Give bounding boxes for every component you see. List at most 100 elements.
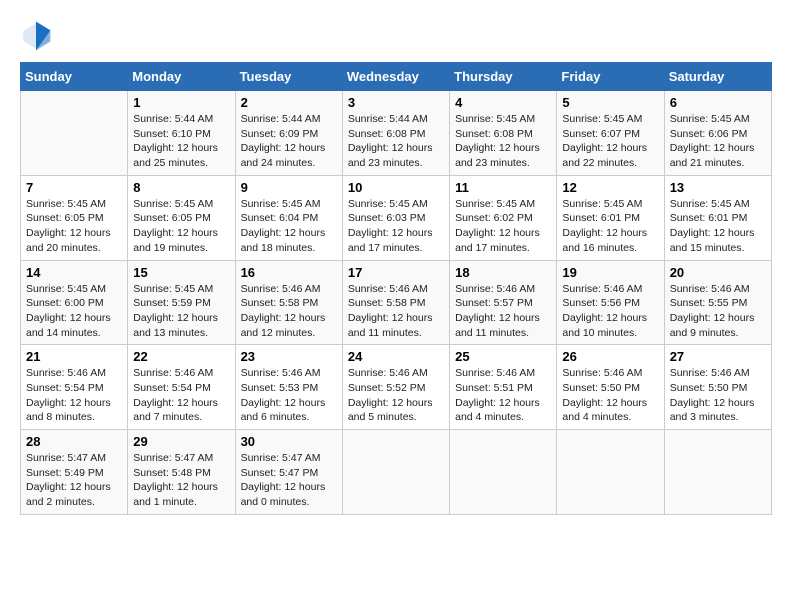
day-info: Sunrise: 5:46 AMSunset: 5:50 PMDaylight:…: [562, 367, 647, 423]
weekday-header: Saturday: [664, 63, 771, 91]
calendar-cell: 7 Sunrise: 5:45 AMSunset: 6:05 PMDayligh…: [21, 175, 128, 260]
day-info: Sunrise: 5:47 AMSunset: 5:48 PMDaylight:…: [133, 452, 218, 508]
weekday-header: Monday: [128, 63, 235, 91]
calendar-cell: 27 Sunrise: 5:46 AMSunset: 5:50 PMDaylig…: [664, 345, 771, 430]
day-info: Sunrise: 5:45 AMSunset: 6:00 PMDaylight:…: [26, 283, 111, 339]
page-header: [20, 20, 772, 52]
calendar-cell: 4 Sunrise: 5:45 AMSunset: 6:08 PMDayligh…: [450, 91, 557, 176]
day-info: Sunrise: 5:44 AMSunset: 6:10 PMDaylight:…: [133, 113, 218, 169]
calendar-week-row: 7 Sunrise: 5:45 AMSunset: 6:05 PMDayligh…: [21, 175, 772, 260]
calendar-header: SundayMondayTuesdayWednesdayThursdayFrid…: [21, 63, 772, 91]
calendar-cell: 23 Sunrise: 5:46 AMSunset: 5:53 PMDaylig…: [235, 345, 342, 430]
day-info: Sunrise: 5:46 AMSunset: 5:57 PMDaylight:…: [455, 283, 540, 339]
day-number: 27: [670, 349, 766, 364]
header-row: SundayMondayTuesdayWednesdayThursdayFrid…: [21, 63, 772, 91]
day-info: Sunrise: 5:47 AMSunset: 5:47 PMDaylight:…: [241, 452, 326, 508]
calendar-cell: [21, 91, 128, 176]
calendar-cell: 11 Sunrise: 5:45 AMSunset: 6:02 PMDaylig…: [450, 175, 557, 260]
calendar-cell: 28 Sunrise: 5:47 AMSunset: 5:49 PMDaylig…: [21, 430, 128, 515]
day-info: Sunrise: 5:46 AMSunset: 5:53 PMDaylight:…: [241, 367, 326, 423]
calendar-cell: 8 Sunrise: 5:45 AMSunset: 6:05 PMDayligh…: [128, 175, 235, 260]
day-number: 16: [241, 265, 337, 280]
calendar-week-row: 28 Sunrise: 5:47 AMSunset: 5:49 PMDaylig…: [21, 430, 772, 515]
day-number: 4: [455, 95, 551, 110]
weekday-header: Friday: [557, 63, 664, 91]
day-number: 19: [562, 265, 658, 280]
calendar-cell: [450, 430, 557, 515]
day-number: 15: [133, 265, 229, 280]
calendar-cell: [664, 430, 771, 515]
day-info: Sunrise: 5:45 AMSunset: 6:08 PMDaylight:…: [455, 113, 540, 169]
calendar-cell: 24 Sunrise: 5:46 AMSunset: 5:52 PMDaylig…: [342, 345, 449, 430]
day-info: Sunrise: 5:45 AMSunset: 6:03 PMDaylight:…: [348, 198, 433, 254]
calendar-cell: 22 Sunrise: 5:46 AMSunset: 5:54 PMDaylig…: [128, 345, 235, 430]
day-info: Sunrise: 5:46 AMSunset: 5:54 PMDaylight:…: [26, 367, 111, 423]
calendar-cell: 17 Sunrise: 5:46 AMSunset: 5:58 PMDaylig…: [342, 260, 449, 345]
day-info: Sunrise: 5:46 AMSunset: 5:58 PMDaylight:…: [348, 283, 433, 339]
calendar-cell: 25 Sunrise: 5:46 AMSunset: 5:51 PMDaylig…: [450, 345, 557, 430]
calendar-cell: 2 Sunrise: 5:44 AMSunset: 6:09 PMDayligh…: [235, 91, 342, 176]
day-info: Sunrise: 5:44 AMSunset: 6:09 PMDaylight:…: [241, 113, 326, 169]
calendar-table: SundayMondayTuesdayWednesdayThursdayFrid…: [20, 62, 772, 515]
weekday-header: Tuesday: [235, 63, 342, 91]
day-info: Sunrise: 5:45 AMSunset: 6:06 PMDaylight:…: [670, 113, 755, 169]
weekday-header: Thursday: [450, 63, 557, 91]
logo-icon: [20, 20, 52, 52]
calendar-cell: 19 Sunrise: 5:46 AMSunset: 5:56 PMDaylig…: [557, 260, 664, 345]
day-info: Sunrise: 5:45 AMSunset: 6:05 PMDaylight:…: [133, 198, 218, 254]
day-info: Sunrise: 5:45 AMSunset: 6:02 PMDaylight:…: [455, 198, 540, 254]
calendar-cell: [557, 430, 664, 515]
day-info: Sunrise: 5:46 AMSunset: 5:58 PMDaylight:…: [241, 283, 326, 339]
calendar-cell: 26 Sunrise: 5:46 AMSunset: 5:50 PMDaylig…: [557, 345, 664, 430]
logo: [20, 20, 56, 52]
day-number: 18: [455, 265, 551, 280]
day-number: 26: [562, 349, 658, 364]
day-number: 7: [26, 180, 122, 195]
calendar-cell: 16 Sunrise: 5:46 AMSunset: 5:58 PMDaylig…: [235, 260, 342, 345]
calendar-body: 1 Sunrise: 5:44 AMSunset: 6:10 PMDayligh…: [21, 91, 772, 515]
day-number: 9: [241, 180, 337, 195]
day-number: 3: [348, 95, 444, 110]
day-number: 29: [133, 434, 229, 449]
calendar-cell: 13 Sunrise: 5:45 AMSunset: 6:01 PMDaylig…: [664, 175, 771, 260]
weekday-header: Sunday: [21, 63, 128, 91]
weekday-header: Wednesday: [342, 63, 449, 91]
day-number: 8: [133, 180, 229, 195]
calendar-cell: 10 Sunrise: 5:45 AMSunset: 6:03 PMDaylig…: [342, 175, 449, 260]
day-number: 30: [241, 434, 337, 449]
day-number: 10: [348, 180, 444, 195]
calendar-cell: [342, 430, 449, 515]
day-info: Sunrise: 5:45 AMSunset: 6:01 PMDaylight:…: [670, 198, 755, 254]
day-info: Sunrise: 5:45 AMSunset: 5:59 PMDaylight:…: [133, 283, 218, 339]
calendar-cell: 20 Sunrise: 5:46 AMSunset: 5:55 PMDaylig…: [664, 260, 771, 345]
day-number: 6: [670, 95, 766, 110]
calendar-cell: 18 Sunrise: 5:46 AMSunset: 5:57 PMDaylig…: [450, 260, 557, 345]
day-info: Sunrise: 5:46 AMSunset: 5:51 PMDaylight:…: [455, 367, 540, 423]
calendar-cell: 6 Sunrise: 5:45 AMSunset: 6:06 PMDayligh…: [664, 91, 771, 176]
calendar-cell: 14 Sunrise: 5:45 AMSunset: 6:00 PMDaylig…: [21, 260, 128, 345]
day-number: 11: [455, 180, 551, 195]
day-number: 14: [26, 265, 122, 280]
calendar-cell: 12 Sunrise: 5:45 AMSunset: 6:01 PMDaylig…: [557, 175, 664, 260]
calendar-cell: 9 Sunrise: 5:45 AMSunset: 6:04 PMDayligh…: [235, 175, 342, 260]
calendar-week-row: 14 Sunrise: 5:45 AMSunset: 6:00 PMDaylig…: [21, 260, 772, 345]
day-number: 17: [348, 265, 444, 280]
day-number: 22: [133, 349, 229, 364]
calendar-cell: 5 Sunrise: 5:45 AMSunset: 6:07 PMDayligh…: [557, 91, 664, 176]
day-number: 2: [241, 95, 337, 110]
day-info: Sunrise: 5:44 AMSunset: 6:08 PMDaylight:…: [348, 113, 433, 169]
day-info: Sunrise: 5:45 AMSunset: 6:07 PMDaylight:…: [562, 113, 647, 169]
day-info: Sunrise: 5:47 AMSunset: 5:49 PMDaylight:…: [26, 452, 111, 508]
day-number: 1: [133, 95, 229, 110]
day-number: 20: [670, 265, 766, 280]
day-info: Sunrise: 5:46 AMSunset: 5:52 PMDaylight:…: [348, 367, 433, 423]
day-info: Sunrise: 5:45 AMSunset: 6:01 PMDaylight:…: [562, 198, 647, 254]
day-number: 5: [562, 95, 658, 110]
calendar-cell: 30 Sunrise: 5:47 AMSunset: 5:47 PMDaylig…: [235, 430, 342, 515]
day-number: 21: [26, 349, 122, 364]
calendar-cell: 29 Sunrise: 5:47 AMSunset: 5:48 PMDaylig…: [128, 430, 235, 515]
calendar-week-row: 21 Sunrise: 5:46 AMSunset: 5:54 PMDaylig…: [21, 345, 772, 430]
day-number: 25: [455, 349, 551, 364]
day-number: 28: [26, 434, 122, 449]
day-number: 12: [562, 180, 658, 195]
